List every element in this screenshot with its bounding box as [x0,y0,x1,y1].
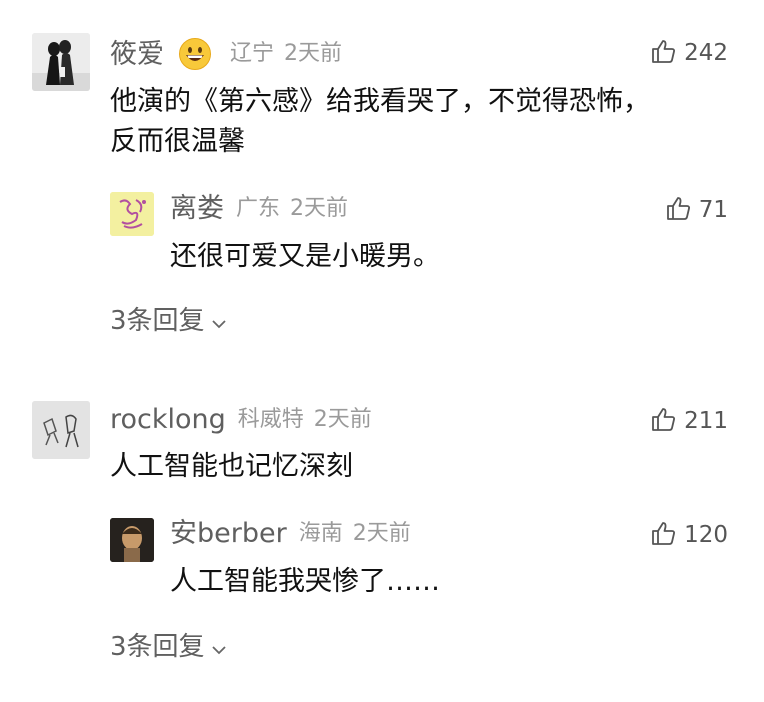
like-button[interactable]: 120 [650,520,728,551]
reply-username[interactable]: 离娄 [170,195,224,222]
comment-header: rocklong 科威特 2天前 [110,406,372,433]
reply-text: 人工智能我哭惨了…… [170,566,440,597]
view-replies-button[interactable]: 3条回复 [110,634,227,660]
like-count: 120 [684,522,728,548]
thumbs-up-icon [665,195,691,226]
reply-text: 还很可爱又是小暖男。 [170,241,440,272]
comment-time: 2天前 [284,41,343,66]
comment-location: 科威特 [237,406,304,432]
avatar-image [110,192,154,236]
like-count: 211 [684,408,728,434]
reply-avatar[interactable] [110,518,154,562]
chevron-down-icon [211,308,227,334]
avatar-image [110,518,154,562]
comment-text: 他演的《第六感》给我看哭了，不觉得恐怖， 反而很温馨 [110,82,730,162]
reply-header: 离娄 广东 2天前 [170,195,348,222]
avatar-image [32,401,90,459]
comment-username[interactable]: 筱爱 [110,41,164,68]
reply-header: 安berber 海南 2天前 [170,520,411,547]
view-replies-label: 3条回复 [110,632,205,662]
like-count: 242 [684,40,728,66]
thumbs-up-icon [650,520,676,551]
grinning-face-emoji-icon [178,37,212,71]
chevron-down-icon [211,634,227,660]
reply-time: 2天前 [290,195,349,221]
view-replies-button[interactable]: 3条回复 [110,308,227,334]
avatar[interactable] [32,33,90,91]
reply-username[interactable]: 安berber [170,520,287,547]
comment-location: 辽宁 [230,41,275,66]
reply-avatar[interactable] [110,192,154,236]
comment-time: 2天前 [313,406,372,432]
comment-text-line: 反而很温馨 [110,126,245,157]
view-replies-label: 3条回复 [110,306,205,336]
avatar-image [32,33,90,91]
thumbs-up-icon [650,406,676,437]
comment-text: 人工智能也记忆深刻 [110,451,353,482]
thumbs-up-icon [650,38,676,69]
like-button[interactable]: 211 [650,406,728,437]
avatar[interactable] [32,401,90,459]
like-button[interactable]: 242 [650,38,728,69]
reply-location: 广东 [236,195,281,221]
reply-location: 海南 [298,520,343,546]
comment-text-line: 他演的《第六感》给我看哭了，不觉得恐怖， [110,86,650,117]
comment-username[interactable]: rocklong [110,406,226,433]
like-button[interactable]: 71 [665,195,728,226]
reply-time: 2天前 [352,520,411,546]
comment-header: 筱爱 辽宁 2天前 [110,37,342,71]
like-count: 71 [698,197,728,223]
